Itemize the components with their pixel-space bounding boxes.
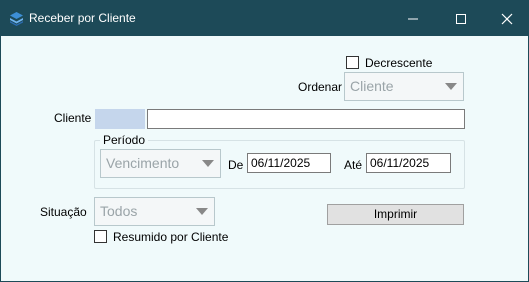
- window-title: Receber por Cliente: [29, 11, 136, 25]
- chevron-down-icon: [202, 160, 214, 167]
- periodo-value: Vencimento: [106, 155, 180, 171]
- ordenar-select[interactable]: Cliente: [344, 72, 464, 101]
- chevron-down-icon: [196, 208, 208, 215]
- periodo-select[interactable]: Vencimento: [100, 149, 221, 178]
- situacao-select[interactable]: Todos: [94, 197, 215, 226]
- de-date-input[interactable]: 06/11/2025: [247, 153, 331, 173]
- title-bar[interactable]: Receber por Cliente: [1, 1, 528, 36]
- minimize-icon: [408, 18, 418, 19]
- chevron-down-icon: [445, 83, 457, 90]
- app-stack-icon: [10, 12, 23, 26]
- cliente-name-input[interactable]: [147, 109, 465, 129]
- de-label: De: [228, 158, 244, 172]
- form-area: Decrescente Ordenar Cliente Cliente Perí…: [1, 36, 528, 281]
- close-icon: [501, 13, 513, 24]
- maximize-button[interactable]: [438, 1, 484, 36]
- report-window: Receber por Cliente Decrescente Ordenar …: [0, 0, 529, 282]
- decrescente-checkbox[interactable]: [346, 56, 359, 69]
- minimize-button[interactable]: [390, 1, 436, 36]
- imprimir-button[interactable]: Imprimir: [327, 204, 464, 225]
- ate-date-input[interactable]: 06/11/2025: [366, 153, 451, 173]
- cliente-code-input[interactable]: [95, 109, 145, 129]
- close-button[interactable]: [484, 1, 529, 36]
- resumido-label: Resumido por Cliente: [113, 230, 229, 244]
- periodo-label: Período: [100, 133, 149, 147]
- resumido-checkbox[interactable]: [94, 230, 107, 243]
- ordenar-label: Ordenar: [298, 80, 343, 94]
- ordenar-value: Cliente: [350, 78, 394, 94]
- maximize-icon: [456, 13, 466, 24]
- situacao-label: Situação: [40, 205, 87, 219]
- ate-label: Até: [344, 158, 363, 172]
- situacao-value: Todos: [100, 203, 138, 219]
- decrescente-label: Decrescente: [365, 56, 433, 70]
- cliente-label: Cliente: [54, 111, 92, 125]
